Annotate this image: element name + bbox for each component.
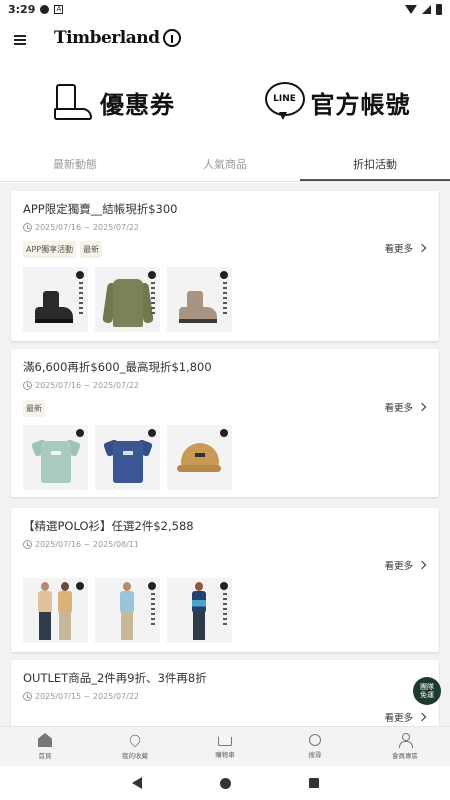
- promo-tag: APP獨享活動: [23, 241, 77, 258]
- tab-discounts[interactable]: 折扣活動: [300, 150, 450, 181]
- clock-icon: [23, 223, 32, 232]
- see-more-label: 看更多: [384, 244, 413, 255]
- tab-popular[interactable]: 人氣商品: [150, 150, 300, 181]
- product-thumbs: [23, 267, 232, 332]
- status-bar: 3:29 A: [0, 0, 450, 18]
- heart-icon: [127, 732, 143, 748]
- promo-card[interactable]: OUTLET商品_2件再9折、3件再8折 2025/07/15 ~ 2025/0…: [11, 660, 439, 726]
- promo-date-text: 2025/07/16 ~ 2025/07/22: [35, 381, 140, 390]
- product-thumb-navy-tee[interactable]: [95, 425, 160, 490]
- accessibility-icon: A: [54, 4, 64, 14]
- nav-home[interactable]: 首頁: [0, 727, 90, 766]
- coupon-label: 優惠券: [100, 90, 175, 119]
- promo-date: 2025/07/16 ~ 2025/07/22: [23, 381, 139, 390]
- see-more-button[interactable]: 看更多: [384, 241, 427, 255]
- nav-search[interactable]: 搜尋: [270, 727, 360, 766]
- cart-icon: [218, 737, 232, 746]
- status-time: 3:29: [8, 2, 36, 16]
- signal-icon: [422, 4, 431, 14]
- notification-dot-icon: [40, 4, 50, 14]
- fab-line2: 免運: [420, 691, 434, 699]
- tab-latest[interactable]: 最新動態: [0, 150, 150, 181]
- promo-date-text: 2025/07/15 ~ 2025/07/22: [35, 692, 140, 701]
- quick-banner: 優惠券 LINE 官方帳號: [0, 72, 450, 132]
- product-thumb-tan-boot[interactable]: [167, 267, 232, 332]
- nav-label: 購物車: [215, 751, 235, 759]
- menu-icon[interactable]: [14, 35, 26, 45]
- clock-icon: [23, 381, 32, 390]
- promo-tag: 最新: [23, 400, 45, 417]
- fab-line1: 團隊: [420, 683, 434, 691]
- nav-label: 搜尋: [308, 751, 322, 759]
- line-icon: LINE: [264, 82, 305, 122]
- promo-list: APP限定獨賣__結帳現折$300 2025/07/16 ~ 2025/07/2…: [0, 183, 450, 726]
- nav-label: 我的收藏: [122, 752, 148, 760]
- promo-tags: APP獨享活動 最新: [23, 241, 103, 258]
- promo-card[interactable]: APP限定獨賣__結帳現折$300 2025/07/16 ~ 2025/07/2…: [11, 191, 439, 341]
- system-home-icon[interactable]: [219, 777, 231, 789]
- line-official-banner[interactable]: LINE 官方帳號: [225, 72, 450, 132]
- logo-text: Timberland: [54, 28, 160, 48]
- clock-icon: [23, 540, 32, 549]
- line-badge: LINE: [264, 82, 305, 116]
- see-more-button[interactable]: 看更多: [384, 400, 427, 414]
- promo-title: 滿6,600再折$600_最高現折$1,800: [23, 360, 212, 374]
- promo-title: APP限定獨賣__結帳現折$300: [23, 202, 178, 216]
- product-thumb-olive-jacket[interactable]: [95, 267, 160, 332]
- chevron-right-icon: [417, 560, 427, 570]
- wifi-icon: [405, 4, 417, 14]
- app-header: Timberland: [0, 18, 450, 58]
- tree-logo-icon: [163, 29, 182, 47]
- see-more-label: 看更多: [384, 561, 413, 572]
- home-icon: [38, 733, 52, 747]
- promo-tag: 最新: [80, 241, 103, 258]
- boot-icon: [50, 82, 94, 122]
- see-more-label: 看更多: [384, 403, 413, 414]
- nav-label: 會員專區: [392, 752, 418, 760]
- content-tabs: 最新動態 人氣商品 折扣活動: [0, 150, 450, 182]
- promo-card[interactable]: 【精選POLO衫】任選2件$2,588 2025/07/16 ~ 2025/08…: [11, 508, 439, 652]
- back-icon[interactable]: [131, 777, 142, 789]
- promo-tags: 最新: [23, 400, 45, 417]
- product-thumbs: [23, 425, 232, 490]
- coupon-banner[interactable]: 優惠券: [0, 72, 225, 132]
- line-label: 官方帳號: [310, 90, 411, 119]
- battery-icon: [436, 3, 442, 15]
- recents-icon[interactable]: [308, 778, 319, 788]
- nav-label: 首頁: [38, 752, 52, 760]
- product-thumb-blue-polo[interactable]: [95, 578, 160, 643]
- nav-member[interactable]: 會員專區: [360, 727, 450, 766]
- nav-cart[interactable]: 購物車: [180, 727, 270, 766]
- see-more-label: 看更多: [384, 713, 413, 724]
- promo-title: OUTLET商品_2件再9折、3件再8折: [23, 671, 207, 685]
- system-nav-bar: [0, 766, 450, 800]
- search-icon: [309, 734, 321, 746]
- brand-logo[interactable]: Timberland: [54, 28, 182, 48]
- promo-date: 2025/07/15 ~ 2025/07/22: [23, 692, 139, 701]
- chevron-right-icon: [417, 402, 427, 412]
- product-thumb-navy-polo[interactable]: [167, 578, 232, 643]
- user-icon: [398, 733, 413, 748]
- product-thumbs: [23, 578, 232, 643]
- promo-date: 2025/07/16 ~ 2025/07/22: [23, 223, 139, 232]
- promo-date-text: 2025/07/16 ~ 2025/08/11: [35, 540, 140, 549]
- chevron-right-icon: [417, 243, 427, 253]
- clock-icon: [23, 692, 32, 701]
- promo-date: 2025/07/16 ~ 2025/08/11: [23, 540, 139, 549]
- see-more-button[interactable]: 看更多: [384, 558, 427, 572]
- free-shipping-fab[interactable]: 團隊 免運: [413, 677, 441, 705]
- promo-title: 【精選POLO衫】任選2件$2,588: [23, 519, 194, 533]
- product-thumb-mint-tee[interactable]: [23, 425, 88, 490]
- promo-card[interactable]: 滿6,600再折$600_最高現折$1,800 2025/07/16 ~ 202…: [11, 349, 439, 497]
- product-thumb-polo-couple[interactable]: [23, 578, 88, 643]
- see-more-button[interactable]: 看更多: [384, 710, 427, 724]
- bottom-nav: 首頁 我的收藏 購物車 搜尋 會員專區: [0, 726, 450, 766]
- product-thumb-wheat-cap[interactable]: [167, 425, 232, 490]
- nav-favorites[interactable]: 我的收藏: [90, 727, 180, 766]
- chevron-right-icon: [417, 712, 427, 722]
- product-thumb-black-boot[interactable]: [23, 267, 88, 332]
- promo-date-text: 2025/07/16 ~ 2025/07/22: [35, 223, 140, 232]
